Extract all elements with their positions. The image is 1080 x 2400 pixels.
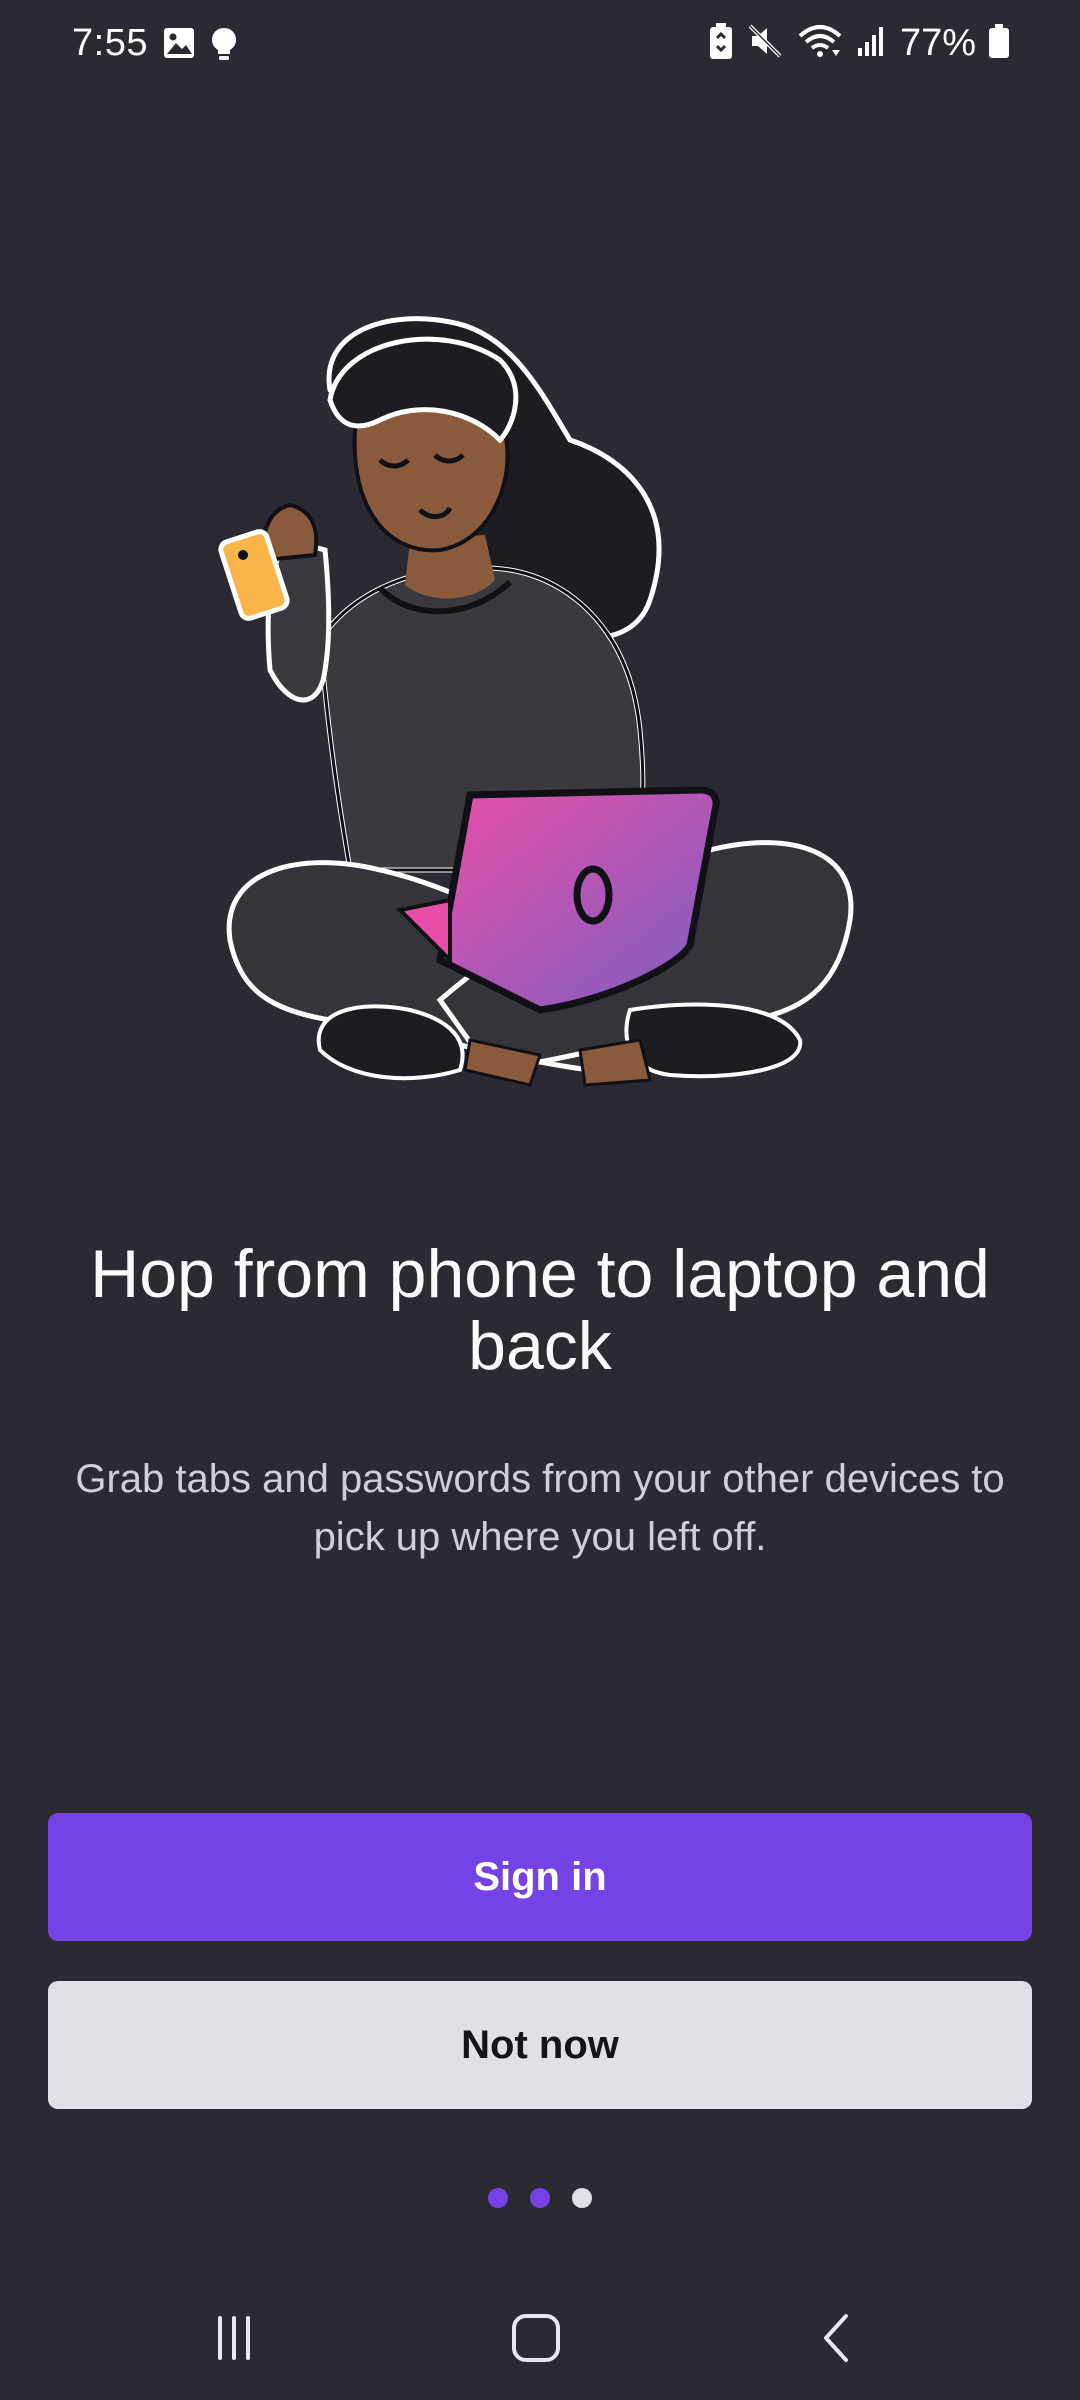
battery-percentage: 77% bbox=[899, 22, 976, 64]
status-left-icons bbox=[162, 26, 238, 67]
recent-apps-button[interactable] bbox=[194, 2300, 274, 2380]
home-button[interactable] bbox=[496, 2300, 576, 2380]
onboarding-screen: 7:55 77% Hop from phone to laptop and ba… bbox=[0, 0, 1080, 2400]
page-indicator-dot[interactable] bbox=[488, 2188, 508, 2208]
page-indicator-dot-active[interactable] bbox=[530, 2188, 550, 2208]
sign-in-button[interactable]: Sign in bbox=[48, 1813, 1032, 1941]
signal-icon bbox=[856, 24, 888, 63]
page-indicator-dot[interactable] bbox=[572, 2188, 592, 2208]
battery-icon bbox=[988, 23, 1010, 64]
not-now-button[interactable]: Not now bbox=[48, 1981, 1032, 2109]
person-with-phone-and-laptop-illustration bbox=[210, 310, 870, 1140]
onboarding-description: Grab tabs and passwords from your other … bbox=[75, 1457, 1005, 1559]
back-icon bbox=[810, 2310, 866, 2371]
recent-apps-icon bbox=[206, 2310, 262, 2371]
mute-icon bbox=[746, 22, 784, 65]
page-indicator bbox=[0, 2188, 1080, 2208]
gallery-icon bbox=[162, 26, 196, 67]
navigation-bar bbox=[0, 2280, 1080, 2400]
wifi-icon bbox=[796, 22, 844, 65]
back-button[interactable] bbox=[798, 2300, 878, 2380]
onboarding-title: Hop from phone to laptop and back bbox=[90, 1236, 990, 1384]
home-icon bbox=[508, 2310, 564, 2371]
battery-saver-icon bbox=[708, 22, 734, 65]
status-time: 7:55 bbox=[72, 22, 148, 64]
lightbulb-icon bbox=[210, 26, 238, 67]
status-right: 77% bbox=[708, 22, 1010, 65]
status-bar: 7:55 77% bbox=[0, 0, 1080, 92]
